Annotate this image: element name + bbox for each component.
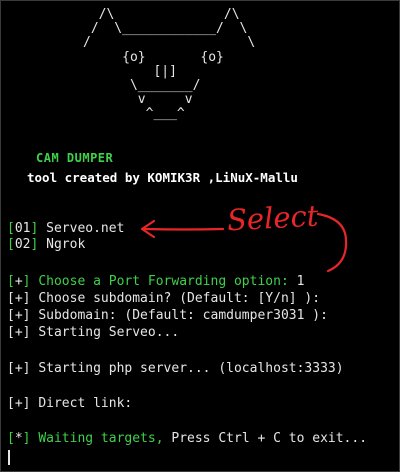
port-answer: 1: [296, 274, 305, 289]
menu-option-number: 01: [14, 221, 31, 236]
starting-php-line: [+] Starting php server... (localhost:33…: [7, 361, 344, 376]
bracket-close: ]: [30, 221, 39, 236]
starting-serveo-line: [+] Starting Serveo...: [7, 325, 180, 340]
menu-option-number: 02: [14, 237, 31, 252]
port-question: Choose a Port Forwarding option:: [38, 274, 289, 289]
starting-php-text: Starting php server... (localhost:3333): [38, 361, 344, 376]
tool-title: CAM DUMPER: [36, 151, 114, 165]
terminal-window[interactable]: /\ /\ / \____________/ \ / \ {o} {o} [|]…: [0, 0, 400, 472]
exit-instructions: Press Ctrl + C to exit...: [171, 431, 368, 446]
subdomain-value: Subdomain: (Default: camdumper3031 ):: [38, 308, 328, 323]
arrow-left-icon: [141, 227, 225, 231]
prompt-marker: +: [14, 274, 23, 289]
bracket-open: [: [7, 237, 15, 252]
direct-link-text: Direct link:: [38, 396, 133, 411]
waiting-targets-text: Waiting targets,: [38, 431, 164, 446]
waiting-targets-line: [*] Waiting targets, Press Ctrl + C to e…: [7, 431, 368, 446]
ascii-art-logo: /\ /\ / \____________/ \ / \ {o} {o} [|]…: [83, 7, 256, 122]
waiting-marker: *: [14, 431, 23, 446]
menu-option-serveo: [01] Serveo.net: [7, 221, 124, 237]
subdomain-question: Choose subdomain? (Default: [Y/n] ):: [38, 291, 321, 306]
curved-pointer-icon: [316, 212, 348, 273]
text-cursor: [8, 450, 10, 465]
bracket-open: [: [7, 221, 15, 236]
starting-serveo-text: Starting Serveo...: [38, 325, 180, 340]
select-annotation-label: Select: [226, 198, 320, 238]
arrowhead-icon: [140, 219, 156, 239]
port-forwarding-prompt: [+] Choose a Port Forwarding option: 1: [7, 274, 305, 289]
subdomain-value-line: [+] Subdomain: (Default: camdumper3031 )…: [7, 308, 328, 323]
bracket-close: ]: [30, 237, 39, 252]
subdomain-prompt: [+] Choose subdomain? (Default: [Y/n] ):: [7, 291, 321, 306]
direct-link-line: [+] Direct link:: [7, 396, 133, 411]
menu-option-label: Serveo.net: [46, 221, 125, 236]
tool-credit: tool created by KOMIK3R ,LiNuX-Mallu: [27, 170, 298, 185]
menu-option-ngrok: [02] Ngrok: [7, 237, 85, 253]
menu-option-label: Ngrok: [46, 237, 86, 252]
